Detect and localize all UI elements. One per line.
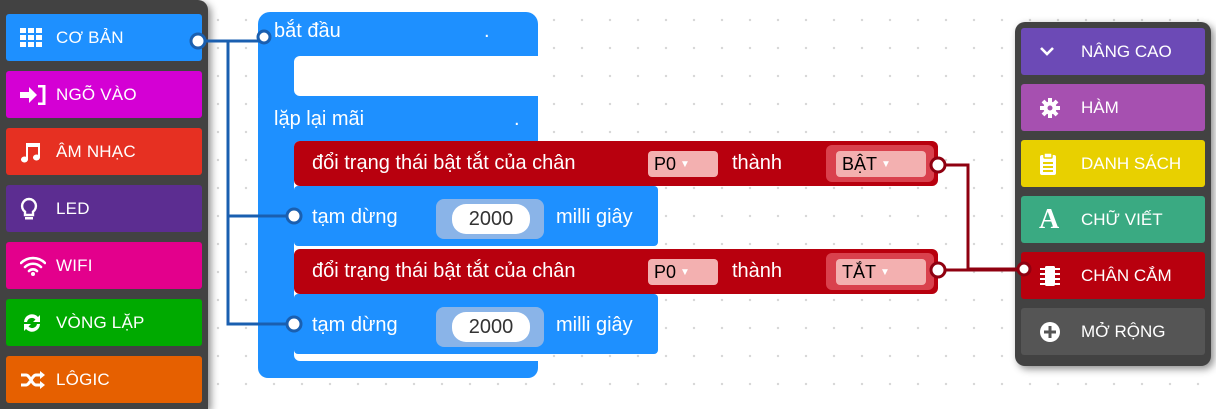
wire-dot <box>189 32 207 50</box>
connection-wires <box>189 29 1032 333</box>
